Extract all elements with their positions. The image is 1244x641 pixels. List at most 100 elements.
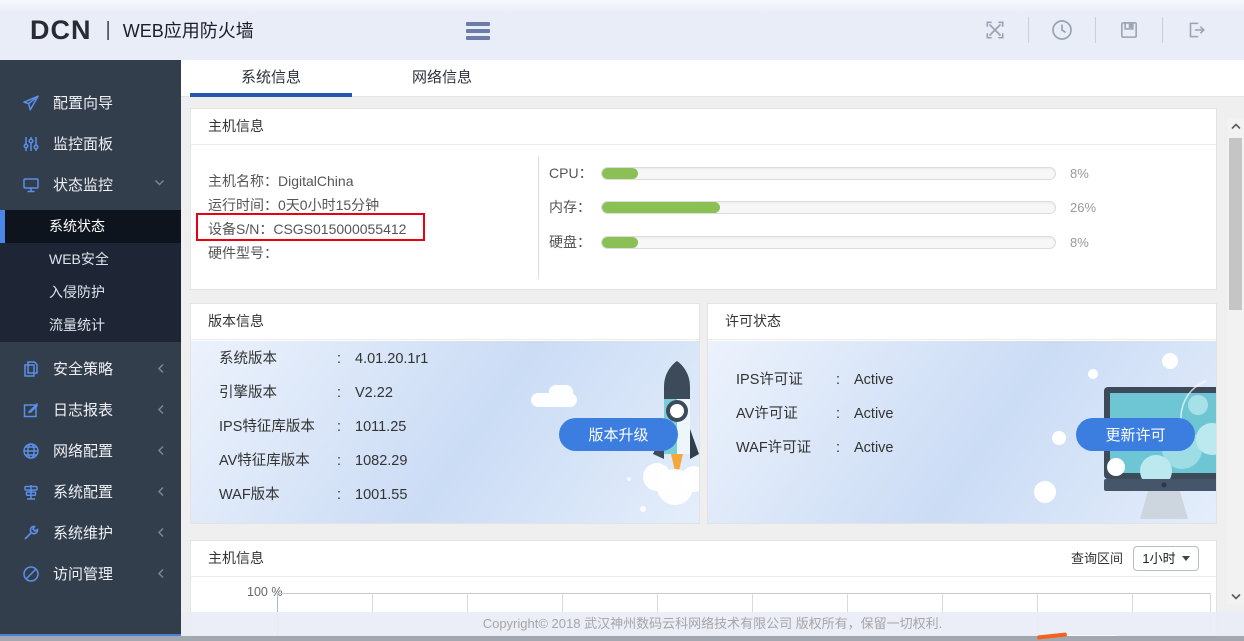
panel-title-text: 主机信息 <box>208 541 1071 576</box>
panel-title-text: 许可状态 <box>725 304 1199 339</box>
chevron-left-icon <box>157 445 165 456</box>
serial-number-row: 设备S/N：CSGS015000055412 <box>208 217 406 241</box>
clock-icon[interactable] <box>1050 18 1074 42</box>
version-upgrade-button[interactable]: 版本升级 <box>559 418 678 451</box>
license-rows: IPS许可证:Active AV许可证:Active WAF许可证:Active <box>736 363 894 465</box>
sidebar-item-access-management[interactable]: 访问管理 <box>0 553 181 594</box>
panel-title-text: 主机信息 <box>208 109 1199 144</box>
sidebar-item-label: 状态监控 <box>53 174 113 195</box>
header-divider <box>1095 17 1096 43</box>
disk-progress-bar <box>601 236 1056 249</box>
license-row: WAF许可证:Active <box>736 431 894 465</box>
hardware-model-row: 硬件型号： <box>208 241 406 265</box>
cloud-shape <box>549 385 573 399</box>
cpu-meter-row: CPU： 8% <box>549 159 1199 187</box>
sidebar-item-config-wizard[interactable]: 配置向导 <box>0 82 181 123</box>
sidebar-item-log-report[interactable]: 日志报表 <box>0 389 181 430</box>
globe-icon <box>22 442 40 460</box>
header: DCN | WEB应用防火墙 <box>0 0 1244 60</box>
copyright-text: Copyright© 2018 武汉神州数码云科网络技术有限公司 版权所有，保留… <box>483 616 943 631</box>
version-row: WAF版本:1001.55 <box>219 478 428 512</box>
expand-icon[interactable] <box>983 18 1007 42</box>
sidebar-item-system-maintenance[interactable]: 系统维护 <box>0 512 181 553</box>
sidebar-item-security-policy[interactable]: 安全策略 <box>0 348 181 389</box>
sidebar-item-status-monitor[interactable]: 状态监控 <box>0 164 181 205</box>
sidebar-subitem-traffic-stats[interactable]: 流量统计 <box>0 309 181 342</box>
dot-shape <box>1088 369 1098 379</box>
version-panel-title: 版本信息 <box>191 304 699 340</box>
vertical-scrollbar[interactable] <box>1227 118 1244 604</box>
license-row: IPS许可证:Active <box>736 363 894 397</box>
sidebar-item-label: 系统维护 <box>53 522 113 543</box>
license-panel-title: 许可状态 <box>708 304 1216 340</box>
chevron-left-icon <box>157 568 165 579</box>
cpu-percent-label: 8% <box>1070 166 1089 181</box>
monitor-icon <box>22 176 40 194</box>
scroll-up-arrow[interactable] <box>1227 118 1244 134</box>
query-range-wrap: 查询区间 1小时 <box>1071 541 1199 576</box>
signpost-icon <box>22 483 40 501</box>
header-divider <box>1028 17 1029 43</box>
host-fields: 主机名称：DigitalChina 运行时间：0天0小时15分钟 设备S/N：C… <box>208 169 406 265</box>
hamburger-icon[interactable] <box>466 22 490 39</box>
cpu-progress-bar <box>601 167 1056 180</box>
status-monitor-submenu: 系统状态 WEB安全 入侵防护 流量统计 <box>0 210 181 342</box>
host-panel-divider <box>538 156 539 279</box>
panel-title-text: 版本信息 <box>208 304 682 339</box>
sidebar-item-label: 配置向导 <box>53 92 113 113</box>
host-panel-title: 主机信息 <box>191 109 1216 145</box>
scroll-down-arrow[interactable] <box>1227 588 1244 604</box>
save-icon[interactable] <box>1117 18 1141 42</box>
sidebar-item-system-config[interactable]: 系统配置 <box>0 471 181 512</box>
main-content: 主机信息 主机名称：DigitalChina 运行时间：0天0小时15分钟 设备… <box>181 97 1244 641</box>
chevron-left-icon <box>157 363 165 374</box>
chart-top-gridline <box>277 593 1211 594</box>
query-range-label: 查询区间 <box>1071 541 1123 576</box>
dot-shape <box>1034 481 1056 503</box>
license-status-panel: 许可状态 <box>707 303 1217 524</box>
sidebar-item-label: 访问管理 <box>53 563 113 584</box>
chart-panel-title: 主机信息 查询区间 1小时 <box>191 541 1216 577</box>
version-row: 引擎版本:V2.22 <box>219 376 428 410</box>
chevron-left-icon <box>157 527 165 538</box>
version-rows: 系统版本:4.01.20.1r1 引擎版本:V2.22 IPS特征库版本:101… <box>219 342 428 512</box>
logout-icon[interactable] <box>1184 18 1208 42</box>
sidebar-item-label: 日志报表 <box>53 399 113 420</box>
sidebar-subitem-web-security[interactable]: WEB安全 <box>0 243 181 276</box>
page: DCN | WEB应用防火墙 <box>0 0 1244 641</box>
dot-shape <box>1052 431 1066 445</box>
version-row: 系统版本:4.01.20.1r1 <box>219 342 428 376</box>
host-name-row: 主机名称：DigitalChina <box>208 169 406 193</box>
memory-progress-bar <box>601 201 1056 214</box>
tab-system-info[interactable]: 系统信息 <box>190 60 352 96</box>
tab-network-info[interactable]: 网络信息 <box>361 60 523 96</box>
sidebar-item-label: 网络配置 <box>53 440 113 461</box>
sidebar: 配置向导 监控面板 状态监控 系统状态 WEB <box>0 60 181 641</box>
app-title: WEB应用防火墙 <box>123 17 254 43</box>
query-range-select[interactable]: 1小时 <box>1133 546 1199 571</box>
chevron-down-icon <box>154 179 165 187</box>
sidebar-item-label: 监控面板 <box>53 133 113 154</box>
header-divider <box>1162 17 1163 43</box>
sidebar-subitem-system-status[interactable]: 系统状态 <box>0 210 181 243</box>
scrollbar-thumb[interactable] <box>1229 138 1242 310</box>
sidebar-item-label: 安全策略 <box>53 358 113 379</box>
sidebar-item-network-config[interactable]: 网络配置 <box>0 430 181 471</box>
document-icon <box>22 360 40 378</box>
sliders-icon <box>22 135 40 153</box>
host-info-panel: 主机信息 主机名称：DigitalChina 运行时间：0天0小时15分钟 设备… <box>190 108 1217 290</box>
sidebar-item-label: 系统配置 <box>53 481 113 502</box>
block-icon <box>22 565 40 583</box>
wrench-icon <box>22 524 40 542</box>
header-actions <box>983 0 1208 60</box>
sidebar-item-monitor-panel[interactable]: 监控面板 <box>0 123 181 164</box>
query-range-value: 1小时 <box>1142 541 1175 576</box>
edit-icon <box>22 401 40 419</box>
version-row: IPS特征库版本:1011.25 <box>219 410 428 444</box>
chevron-left-icon <box>157 404 165 415</box>
update-license-button[interactable]: 更新许可 <box>1076 418 1195 451</box>
sidebar-subitem-intrusion-prevention[interactable]: 入侵防护 <box>0 276 181 309</box>
dot-shape <box>1162 353 1178 369</box>
disk-meter-row: 硬盘： 8% <box>549 228 1199 256</box>
version-info-panel: 版本信息 <box>190 303 700 524</box>
